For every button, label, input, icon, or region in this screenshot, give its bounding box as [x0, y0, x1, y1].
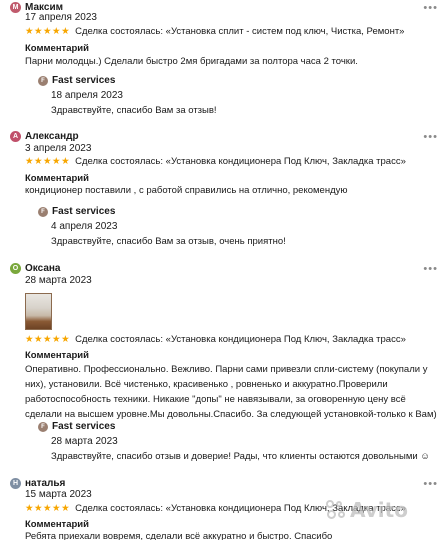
reply-text: Здравствуйте, спасибо отзыв и доверие! Р… — [51, 451, 431, 462]
avatar[interactable]: O — [10, 262, 21, 274]
rating-line: ★★★★★ Сделка состоялась: «Установка спли… — [25, 26, 404, 37]
review-date: 15 марта 2023 — [25, 489, 92, 500]
review-header: A Александр — [10, 129, 79, 143]
more-options-icon[interactable]: • • • — [423, 131, 437, 143]
comment-text: кондиционер поставили , с работой справи… — [25, 185, 348, 196]
star-rating-icon: ★★★★★ — [25, 334, 71, 345]
more-options-icon[interactable]: • • • — [423, 2, 437, 14]
reply-text: Здравствуйте, спасибо Вам за отзыв, очен… — [51, 236, 286, 247]
rating-line: ★★★★★ Сделка состоялась: «Установка конд… — [25, 156, 406, 167]
seller-name[interactable]: Fast services — [52, 206, 115, 217]
seller-avatar[interactable]: F — [38, 206, 48, 217]
star-rating-icon: ★★★★★ — [25, 503, 71, 514]
avatar[interactable]: M — [10, 1, 21, 13]
comment-label: Комментарий — [25, 43, 89, 54]
comment-line: работоспособность техники. Никакие "допы… — [25, 394, 406, 405]
comment-line: сделали на высшем уровне.Мы довольны.Спа… — [25, 409, 437, 420]
deal-info: Сделка состоялась: «Установка сплит - си… — [75, 26, 405, 37]
comment-line: них), установили. Всё чистенько, красиве… — [25, 379, 388, 390]
seller-avatar[interactable]: F — [38, 421, 48, 432]
more-options-icon[interactable]: • • • — [423, 263, 437, 275]
seller-reply: F Fast services 4 апреля 2023 Здравствуй… — [38, 206, 286, 247]
review-date: 28 марта 2023 — [25, 275, 92, 286]
more-options-icon[interactable]: • • • — [423, 478, 437, 490]
deal-info: Сделка состоялась: «Установка кондиционе… — [75, 334, 406, 345]
review-photo-thumbnail[interactable] — [25, 293, 52, 330]
seller-avatar[interactable]: F — [38, 75, 48, 86]
reply-date: 4 апреля 2023 — [51, 221, 118, 232]
comment-label: Комментарий — [25, 350, 89, 361]
reviewer-name[interactable]: Оксана — [25, 263, 61, 274]
reply-text: Здравствуйте, спасибо Вам за отзыв! — [51, 105, 217, 116]
review-header: O Оксана — [10, 261, 61, 275]
avito-watermark: Avito — [326, 498, 408, 522]
seller-reply: F Fast services 28 марта 2023 Здравствуй… — [38, 421, 430, 462]
seller-name[interactable]: Fast services — [52, 75, 115, 86]
review-date: 17 апреля 2023 — [25, 12, 97, 23]
star-rating-icon: ★★★★★ — [25, 156, 71, 167]
reply-date: 28 марта 2023 — [51, 436, 118, 447]
review-date: 3 апреля 2023 — [25, 143, 92, 154]
star-rating-icon: ★★★★★ — [25, 26, 71, 37]
watermark-text: Avito — [350, 498, 408, 522]
seller-reply: F Fast services 18 апреля 2023 Здравству… — [38, 75, 217, 116]
reviewer-name[interactable]: наталья — [25, 478, 65, 489]
avito-logo-icon — [326, 500, 346, 520]
avatar[interactable]: A — [10, 130, 21, 142]
reply-date: 18 апреля 2023 — [51, 90, 123, 101]
comment-text: Парни молодцы.) Сделали быстро 2мя брига… — [25, 56, 358, 67]
deal-info: Сделка состоялась: «Установка кондиционе… — [75, 156, 406, 167]
review-header: Н наталья — [10, 476, 65, 490]
reviewer-name[interactable]: Максим — [25, 2, 63, 13]
comment-line: Оперативно. Профессионально. Вежливо. Па… — [25, 364, 428, 375]
comment-text: Оперативно. Профессионально. Вежливо. Па… — [25, 362, 437, 422]
seller-name[interactable]: Fast services — [52, 421, 115, 432]
comment-text: Ребята приехали вовремя, сделали всё акк… — [25, 531, 333, 540]
rating-line: ★★★★★ Сделка состоялась: «Установка конд… — [25, 334, 406, 345]
avatar[interactable]: Н — [10, 477, 21, 489]
reviewer-name[interactable]: Александр — [25, 131, 79, 142]
